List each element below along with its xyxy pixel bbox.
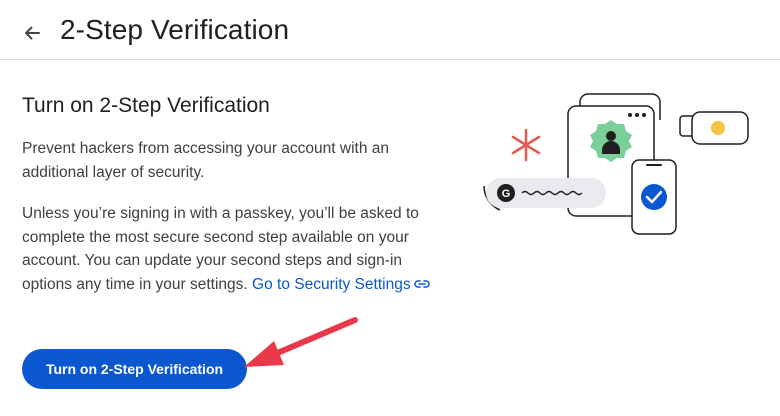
security-settings-link-text: Go to Security Settings (252, 275, 411, 293)
section-title: Turn on 2-Step Verification (22, 94, 270, 117)
security-settings-link[interactable]: Go to Security Settings (252, 276, 430, 293)
check-circle-icon (641, 184, 667, 210)
page-title: 2-Step Verification (60, 14, 290, 45)
page-header: 2-Step Verification (0, 0, 780, 60)
password-asterisk-icon (511, 128, 541, 162)
arrow-left-icon (25, 26, 40, 40)
annotation-arrow (244, 317, 358, 367)
back-button[interactable] (18, 20, 46, 46)
link-icon (413, 280, 430, 289)
security-illustration: G (483, 93, 749, 235)
turn-on-2sv-button[interactable]: Turn on 2-Step Verification (22, 349, 247, 389)
description-paragraph: Prevent hackers from accessing your acco… (22, 140, 390, 181)
svg-text:G: G (502, 188, 511, 200)
turn-on-2sv-button-label: Turn on 2-Step Verification (45, 361, 224, 377)
more-dots-icon (628, 113, 632, 117)
settings-paragraph: Unless you’re signing in with a passkey,… (22, 202, 432, 296)
